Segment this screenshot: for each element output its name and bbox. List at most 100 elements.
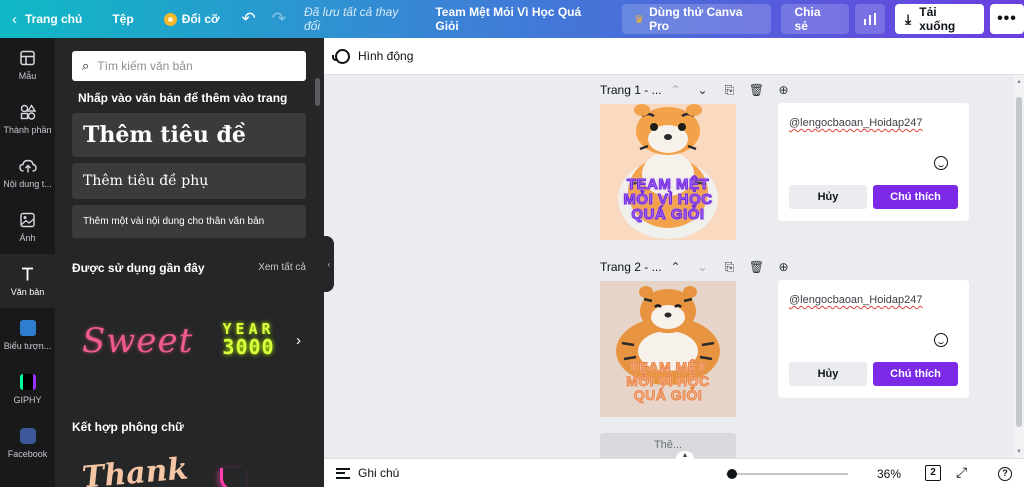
rail-label: Ảnh (19, 232, 36, 243)
editor-scrollbar[interactable]: ▲ ▼ (1014, 75, 1024, 458)
add-body-text-button[interactable]: Thêm một vài nội dung cho thân văn bản (72, 205, 306, 238)
share-button[interactable]: Chia sẻ (780, 4, 849, 34)
rail-label: Văn bản (10, 286, 45, 297)
home-button[interactable]: ‹ Trang chủ (0, 0, 92, 38)
undo-icon: ↶ (241, 9, 256, 28)
trash-icon[interactable]: 🗑︎ (743, 83, 770, 97)
bitmoji-icon (19, 319, 36, 336)
comment-submit-button[interactable]: Chú thích (873, 362, 958, 386)
more-dots-icon: ••• (997, 10, 1017, 27)
panel-scrollbar[interactable] (315, 78, 320, 106)
help-icon[interactable]: ? (998, 467, 1012, 481)
emoji-icon[interactable] (934, 156, 948, 170)
download-button[interactable]: ⤓ Tải xuống (895, 4, 984, 34)
recent-text-style-sweet[interactable]: Sweet (82, 321, 193, 361)
caption-line: TEAM MỆT (626, 176, 710, 193)
rail-item-photos[interactable]: Ảnh (0, 200, 55, 254)
chevron-up-icon[interactable]: ▲ (676, 451, 694, 461)
editor-canvas: Hình động Trang 1 - ... ⌃ ⌄ ⎘ 🗑︎ ⊕ TEAM … (324, 38, 1024, 458)
comment-mention[interactable]: @lengocbaoan_Hoidap247 (789, 294, 923, 306)
scroll-up-icon[interactable]: ▲ (1016, 79, 1022, 85)
page-1-canvas[interactable]: TEAM MỆT MỎI VÌ HỌC QUÁ GIỎI (600, 104, 736, 240)
chevron-left-icon: ‹ (327, 259, 331, 269)
download-label: Tải xuống (919, 5, 956, 33)
rail-item-giphy[interactable]: GIPHY (0, 362, 55, 416)
animate-button[interactable]: Hình động (358, 49, 413, 63)
try-pro-button[interactable]: ♛ Dùng thử Canva Pro (622, 4, 771, 34)
comment-box-2: @lengocbaoan_Hoidap247 Hủy Chú thích (778, 280, 969, 398)
document-title[interactable]: Team Mệt Mỏi Vì Học Quá Giỏi (425, 5, 616, 33)
rail-item-text[interactable]: Văn bản (0, 254, 55, 308)
text-panel: ⌕ Nhấp vào văn bản để thêm vào trang Thê… (55, 38, 324, 487)
emoji-icon[interactable] (934, 333, 948, 347)
resize-label: Đổi cỡ (181, 12, 220, 26)
trash-icon[interactable]: 🗑︎ (743, 260, 770, 274)
page-1-header: Trang 1 - ... ⌃ ⌄ ⎘ 🗑︎ ⊕ (600, 80, 797, 100)
rail-item-bitmoji[interactable]: Biểu tượn... (0, 308, 55, 362)
animate-icon (332, 48, 350, 64)
zoom-slider[interactable] (726, 469, 848, 479)
elements-icon (20, 103, 36, 120)
rail-label: Biểu tượn... (3, 340, 52, 351)
download-icon: ⤓ (905, 10, 912, 27)
try-pro-label: Dùng thử Canva Pro (649, 5, 743, 33)
page-2-caption: TEAM MỆT MỎI VÌ HỌC QUÁ GIỎI (600, 359, 736, 403)
duplicate-page-icon[interactable]: ⎘ (716, 83, 743, 98)
comment-submit-button[interactable]: Chú thích (873, 185, 958, 209)
resize-button[interactable]: Đổi cỡ (154, 0, 234, 38)
add-page-button[interactable]: Thê... (600, 433, 736, 458)
recent-text-style-year[interactable]: YEAR 3000 (211, 322, 286, 358)
add-page-icon[interactable]: ⊕ (770, 260, 797, 274)
search-box[interactable]: ⌕ (72, 51, 306, 81)
comment-mention[interactable]: @lengocbaoan_Hoidap247 (789, 117, 923, 129)
page-title[interactable]: Trang 2 - ... (600, 260, 662, 274)
home-label: Trang chủ (25, 12, 83, 26)
side-nav-rail: Mẫu Thành phần Nội dung t... Ảnh Văn bản… (0, 38, 55, 487)
file-menu-button[interactable]: Tệp (92, 0, 153, 38)
rail-item-facebook[interactable]: Facebook (0, 416, 55, 470)
cancel-button[interactable]: Hủy (789, 185, 867, 209)
scroll-down-icon[interactable]: ▼ (1016, 449, 1022, 455)
redo-button[interactable]: ↷ (264, 0, 294, 38)
page-2-canvas[interactable]: TEAM MỆT MỎI VÌ HỌC QUÁ GIỎI (600, 281, 736, 417)
zoom-level[interactable]: 36% (877, 467, 901, 481)
rail-label: Mẫu (18, 70, 37, 81)
cancel-button[interactable]: Hủy (789, 362, 867, 386)
text-icon (22, 267, 33, 280)
page-1-caption: TEAM MỆT MỎI VÌ HỌC QUÁ GIỎI (600, 176, 736, 223)
collapse-panel-handle[interactable]: ‹ (324, 236, 334, 292)
see-all-link[interactable]: Xem tất cả (258, 262, 306, 273)
notes-button[interactable]: Ghi chú (358, 466, 399, 480)
crown-coin-icon (163, 12, 177, 26)
chevron-up-icon[interactable]: ⌃ (662, 83, 689, 97)
chevron-left-icon: ‹ (12, 10, 17, 28)
chevron-down-icon[interactable]: ⌄ (689, 83, 716, 97)
add-page-icon[interactable]: ⊕ (770, 83, 797, 97)
caption-line: QUÁ GIỎI (631, 206, 705, 223)
context-toolbar: Hình động (324, 38, 1024, 75)
page-title[interactable]: Trang 1 - ... (600, 83, 662, 97)
page-grid-icon[interactable]: 2 (925, 465, 941, 481)
add-heading-button[interactable]: Thêm tiêu đề (72, 113, 306, 157)
rail-item-templates[interactable]: Mẫu (0, 38, 55, 92)
zoom-slider-handle[interactable] (727, 469, 738, 479)
rail-item-uploads[interactable]: Nội dung t... (0, 146, 55, 200)
rail-item-elements[interactable]: Thành phần (0, 92, 55, 146)
font-combo-neon[interactable] (220, 468, 246, 487)
chevron-up-icon[interactable]: ⌃ (662, 260, 689, 274)
duplicate-page-icon[interactable]: ⎘ (716, 260, 743, 275)
caption-line: MỎI VÌ HỌC (626, 373, 710, 389)
share-label: Chia sẻ (794, 5, 821, 33)
insights-button[interactable] (854, 4, 886, 34)
scroll-thumb[interactable] (1016, 97, 1022, 427)
font-combo-thank[interactable]: Thank (81, 451, 190, 487)
more-button[interactable]: ••• (989, 4, 1024, 34)
search-input[interactable] (97, 59, 288, 73)
chevron-right-icon[interactable]: › (296, 332, 301, 349)
comment-box-1: @lengocbaoan_Hoidap247 Hủy Chú thích (778, 103, 969, 221)
caption-line: TEAM MỆT (629, 359, 707, 375)
undo-button[interactable]: ↶ (234, 0, 264, 38)
chevron-down-icon[interactable]: ⌄ (689, 260, 716, 274)
fullscreen-icon[interactable]: ⤢ (956, 464, 967, 481)
add-subheading-button[interactable]: Thêm tiêu đề phụ (72, 163, 306, 199)
